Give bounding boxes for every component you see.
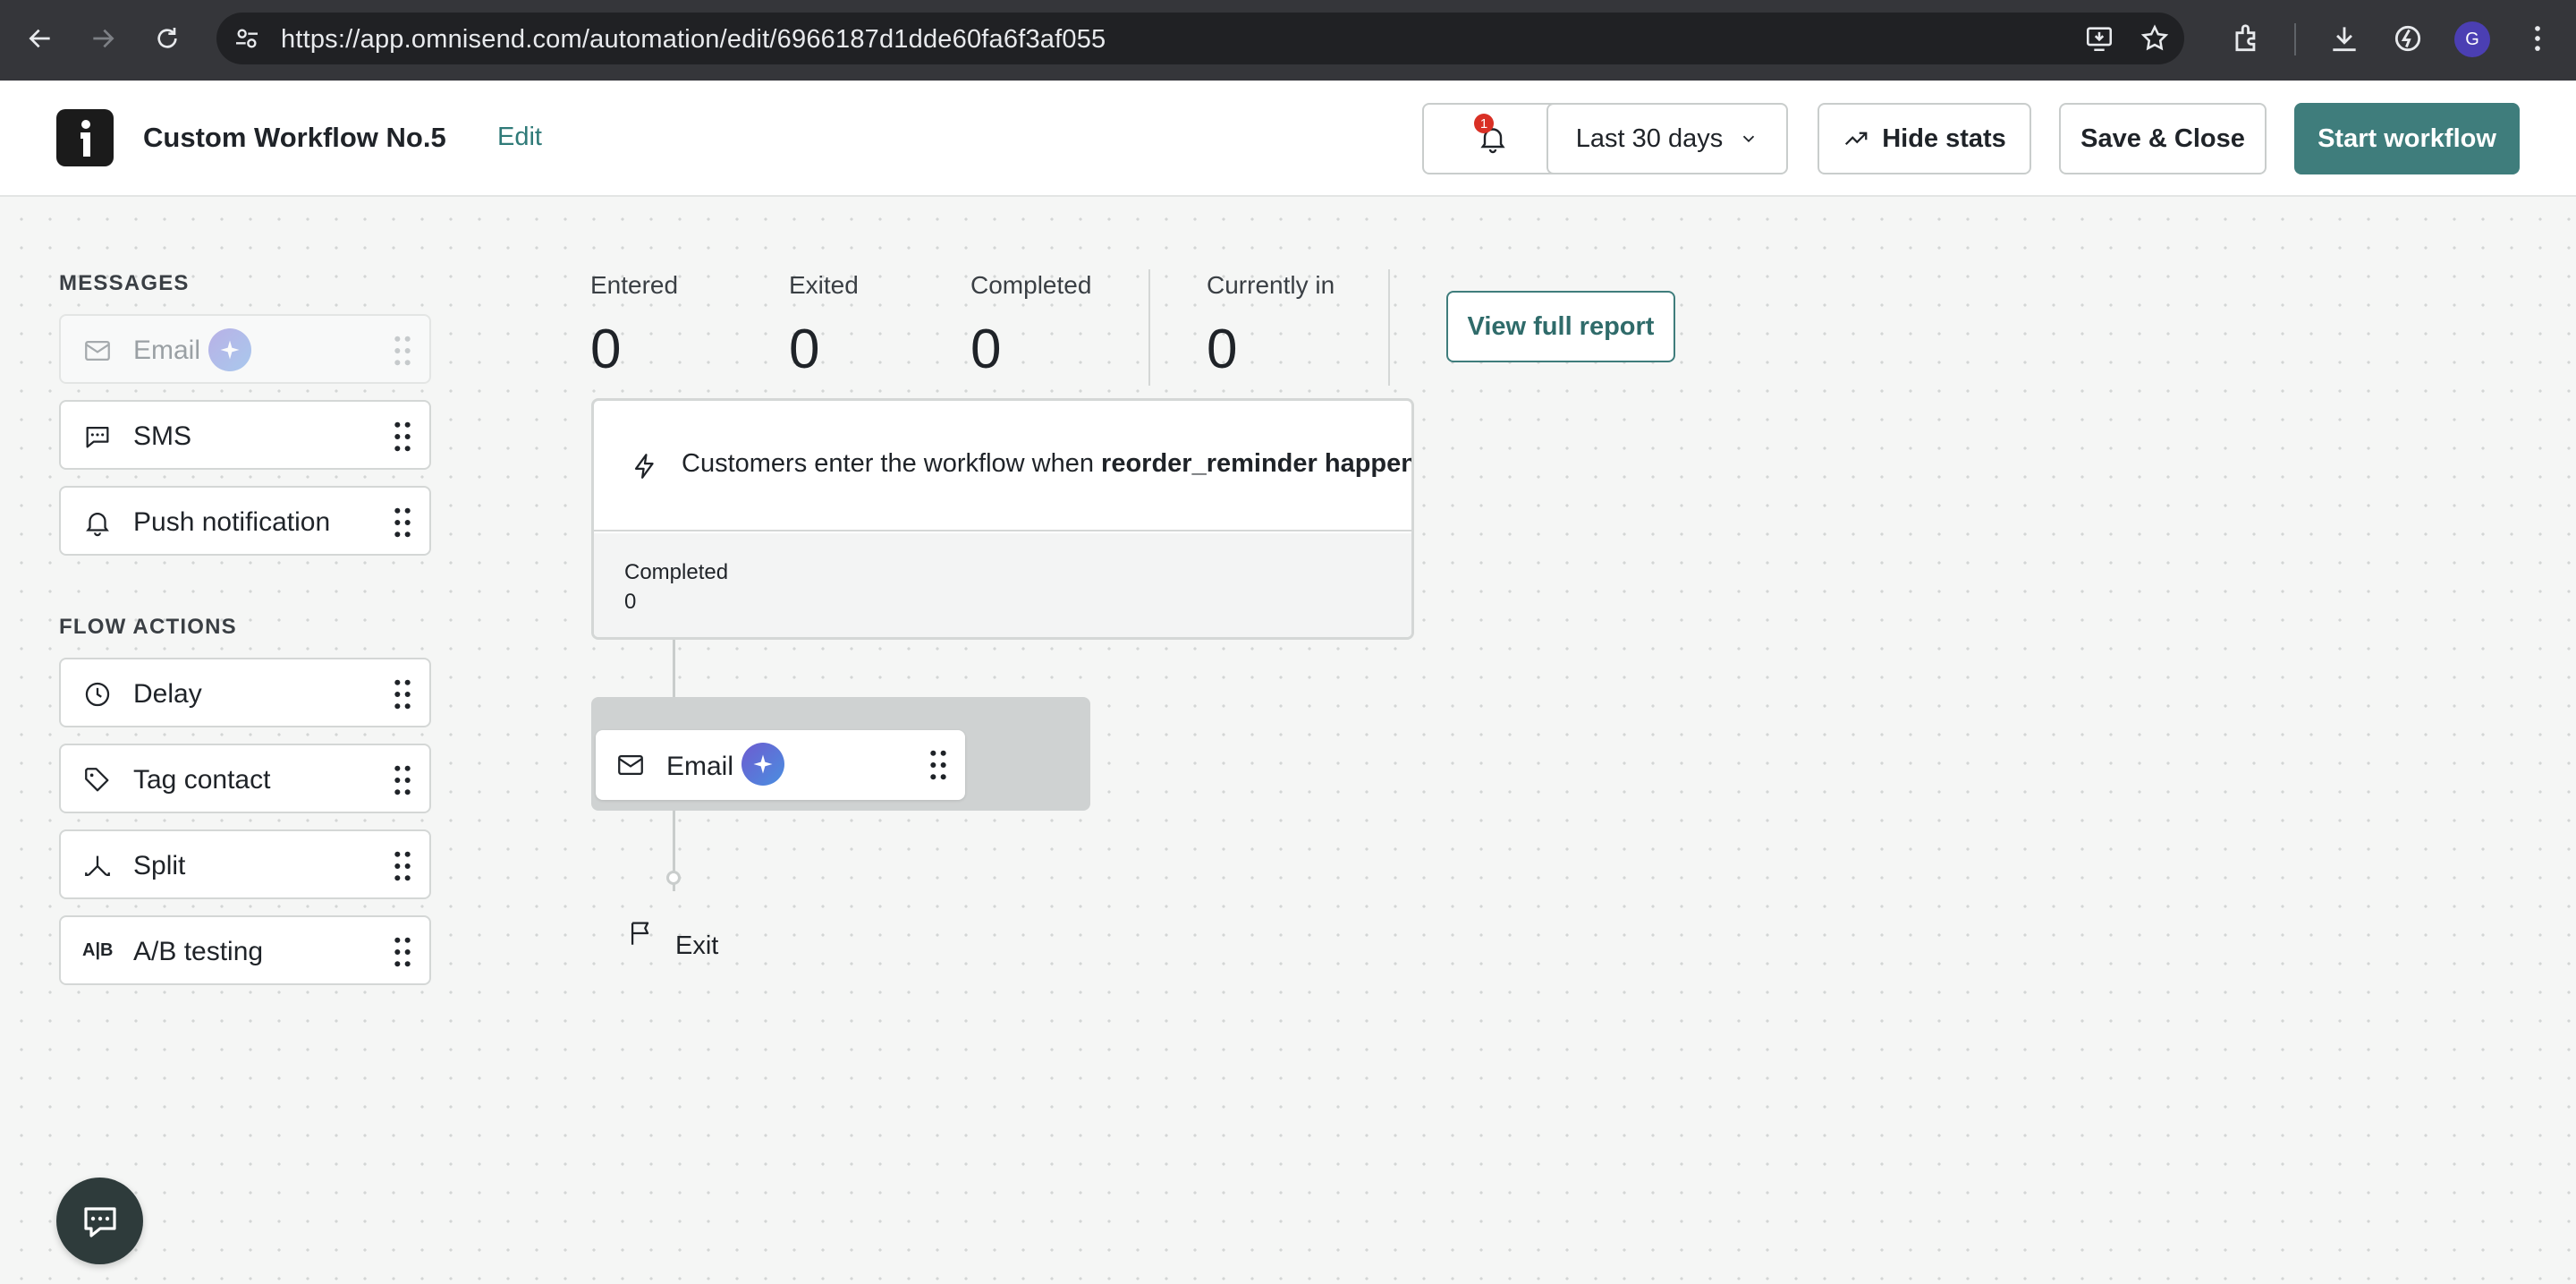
flow-actions-section-title: FLOW ACTIONS (59, 615, 237, 639)
profile-avatar[interactable]: G (2454, 21, 2490, 57)
workflow-title: Custom Workflow No.5 (143, 122, 446, 153)
flow-connector (673, 640, 675, 697)
trigger-completed-label: Completed (624, 560, 729, 584)
stats-divider (1388, 269, 1390, 386)
messages-section-title: MESSAGES (59, 271, 190, 295)
drag-handle-icon[interactable] (394, 421, 411, 452)
palette-email: Email (59, 314, 431, 384)
palette-sms-label: SMS (133, 421, 192, 451)
palette-push-notification[interactable]: Push notification (59, 486, 431, 556)
downloads-icon[interactable] (2327, 21, 2361, 55)
palette-split-label: Split (133, 851, 186, 880)
palette-tag-contact[interactable]: Tag contact (59, 744, 431, 813)
trigger-event: reorder_reminder happens (1101, 449, 1414, 478)
drag-handle-icon[interactable] (394, 765, 411, 795)
stat-exited-label: Exited (789, 271, 859, 299)
stat-entered-value: 0 (590, 319, 622, 380)
exit-label: Exit (675, 931, 719, 960)
performance-icon[interactable] (2391, 21, 2425, 55)
notification-badge: 1 (1474, 114, 1494, 133)
notifications-button[interactable]: 1 (1422, 103, 1563, 174)
drag-handle-icon[interactable] (394, 851, 411, 881)
install-app-icon[interactable] (2084, 23, 2114, 54)
email-step-node[interactable]: Email (596, 730, 965, 800)
hide-stats-button[interactable]: Hide stats (1818, 103, 2031, 174)
site-settings-icon[interactable] (233, 24, 261, 53)
stat-completed-label: Completed (970, 271, 1092, 299)
drag-handle-icon[interactable] (394, 679, 411, 710)
stats-divider (1148, 269, 1150, 386)
browser-toolbar: https://app.omnisend.com/automation/edit… (0, 0, 2576, 81)
clock-icon (85, 682, 110, 707)
drag-handle-icon[interactable] (394, 937, 411, 967)
trigger-stats: Completed 0 (594, 533, 1411, 637)
bookmark-star-icon[interactable] (2140, 23, 2170, 54)
support-chat-button[interactable] (56, 1178, 143, 1264)
reload-icon[interactable] (147, 18, 188, 59)
stat-currently-in-value: 0 (1207, 319, 1238, 380)
trigger-completed-value: 0 (624, 590, 637, 614)
address-bar[interactable]: https://app.omnisend.com/automation/edit… (216, 13, 2184, 64)
palette-tag-label: Tag contact (133, 765, 271, 795)
palette-email-label: Email (133, 336, 201, 365)
trigger-description: Customers enter the workflow when reorde… (682, 449, 1414, 479)
tag-icon (85, 768, 109, 792)
trigger-prefix: Customers enter the workflow when (682, 449, 1102, 478)
stat-completed-value: 0 (970, 319, 1002, 380)
app-header: Custom Workflow No.5 Edit 1 Last 30 days… (0, 81, 2576, 197)
split-icon (85, 855, 110, 877)
hide-stats-label: Hide stats (1882, 123, 2006, 153)
trigger-header: Customers enter the workflow when reorde… (594, 401, 1411, 531)
back-icon[interactable] (20, 18, 61, 59)
drag-handle-icon[interactable] (394, 507, 411, 538)
lightning-icon (634, 454, 654, 479)
trend-up-icon (1845, 132, 1868, 146)
ai-sparkle-icon (208, 328, 251, 371)
date-range-select[interactable]: Last 30 days (1546, 103, 1788, 174)
palette-ab-testing[interactable]: A|B A/B testing (59, 915, 431, 985)
mail-icon (618, 754, 643, 776)
bell-icon (86, 513, 109, 537)
connector-node[interactable] (666, 871, 681, 885)
chat-icon (83, 1206, 116, 1237)
more-menu-icon[interactable] (2521, 21, 2555, 55)
palette-sms[interactable]: SMS (59, 400, 431, 470)
mail-icon (85, 340, 110, 361)
omnisend-logo[interactable] (56, 109, 114, 166)
date-range-label: Last 30 days (1575, 123, 1724, 153)
ab-icon: A|B (82, 940, 114, 960)
forward-icon[interactable] (82, 18, 123, 59)
stat-entered-label: Entered (590, 271, 679, 299)
palette-delay[interactable]: Delay (59, 658, 431, 727)
extensions-icon[interactable] (2230, 21, 2264, 55)
stat-currently-in-label: Currently in (1207, 271, 1335, 299)
toolbar-separator (2294, 23, 2296, 55)
palette-push-label: Push notification (133, 507, 331, 537)
drag-handle-icon (394, 336, 411, 366)
url-text[interactable]: https://app.omnisend.com/automation/edit… (281, 25, 1106, 55)
email-step-label: Email (666, 752, 734, 781)
stat-exited-value: 0 (789, 319, 820, 380)
drag-handle-icon[interactable] (929, 750, 947, 780)
palette-split[interactable]: Split (59, 829, 431, 899)
view-full-report-button[interactable]: View full report (1446, 291, 1675, 362)
palette-ab-label: A/B testing (133, 937, 264, 966)
edit-title-link[interactable]: Edit (497, 123, 542, 152)
trigger-card[interactable]: Customers enter the workflow when reorde… (591, 398, 1414, 640)
start-workflow-button[interactable]: Start workflow (2294, 103, 2520, 174)
workflow-canvas[interactable]: MESSAGES Email SMS Push notification FLO… (0, 198, 2576, 1284)
chat-bubble-icon (86, 426, 109, 448)
palette-delay-label: Delay (133, 679, 202, 709)
save-close-button[interactable]: Save & Close (2059, 103, 2267, 174)
chevron-down-icon (1743, 135, 1755, 143)
ai-sparkle-icon (741, 743, 784, 786)
flag-icon (631, 922, 649, 945)
